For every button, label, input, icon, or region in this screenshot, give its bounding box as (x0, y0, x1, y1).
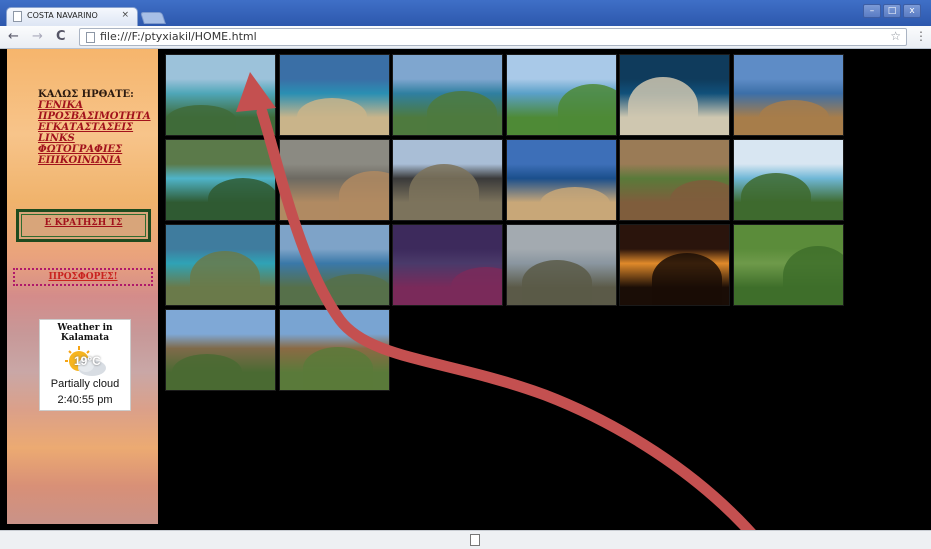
gallery-photo-lagoon-reflection[interactable] (505, 224, 617, 306)
photo-detail (539, 187, 610, 220)
forward-arrow-icon[interactable]: → (32, 29, 43, 45)
gallery-photo-purple-field[interactable] (392, 224, 503, 306)
new-tab-button[interactable] (140, 12, 166, 24)
photo-detail (782, 246, 843, 305)
photo-detail (670, 180, 729, 220)
gallery-photo-ancient-theater[interactable] (392, 139, 503, 221)
tab-close-icon[interactable]: × (121, 10, 129, 20)
photo-detail (758, 100, 829, 135)
reload-icon[interactable]: C (56, 29, 66, 45)
photo-detail (320, 274, 389, 305)
weather-title-line1: Weather in (57, 323, 113, 333)
gallery-photo-methoni-castle-tower[interactable] (732, 54, 844, 136)
gallery-photo-village-cypress[interactable] (165, 309, 276, 391)
gallery-photo-sea-rock-islet[interactable] (505, 139, 617, 221)
photo-detail (451, 267, 502, 305)
menu-link-facilities[interactable]: ΕΓΚΑΤΑΣΤΑΣΕΙΣ (38, 122, 151, 133)
menu-link-contact[interactable]: ΕΠΙΚΟΙΝΩΝΙΑ (38, 155, 151, 166)
gallery-photo-island-aerial[interactable] (619, 54, 730, 136)
photo-detail (557, 84, 616, 135)
browser-tab[interactable]: COSTA NAVARINO × (6, 7, 138, 26)
weather-condition: Partially cloud (50, 378, 120, 390)
window-controls: – □ x (863, 4, 921, 18)
status-bar (0, 530, 931, 549)
reservation-button[interactable]: Ε ΚΡΑΤΗΣΗ ΤΣ (16, 209, 151, 242)
weather-title-line2: Kalamata (60, 333, 110, 343)
photo-detail (409, 164, 479, 220)
tab-title: COSTA NAVARINO (27, 11, 98, 20)
menu-icon[interactable]: ⋮ (915, 29, 927, 43)
weather-widget: Weather in Kalamata 19°C Partially cloud… (39, 319, 131, 411)
page-content: ΚΑΛΩΣ ΗΡΘΑΤΕ: ΓΕΝΙΚΑ ΠΡΟΣΒΑΣΙΜΟΤΗΤΑ ΕΓΚΑ… (0, 49, 931, 530)
photo-detail (172, 354, 242, 390)
photo-detail (190, 251, 260, 305)
offers-button[interactable]: ΠΡΟΣΦΟΡΕΣ! (13, 268, 153, 286)
offers-label: ΠΡΟΣΦΟΡΕΣ! (48, 272, 118, 282)
page-icon (13, 11, 22, 22)
close-window-button[interactable]: x (903, 4, 921, 18)
gallery-photo-stone-archway[interactable] (619, 139, 730, 221)
gallery-photo-byzantine-church[interactable] (278, 309, 390, 391)
menu-link-links[interactable]: LINKS (38, 133, 151, 144)
minimize-button[interactable]: – (863, 4, 881, 18)
photo-detail (652, 253, 722, 305)
gallery-photo-harbour-town[interactable] (278, 224, 390, 306)
page-icon (86, 32, 95, 43)
gallery-photo-cove-aerial[interactable] (165, 224, 276, 306)
weather-time: 2:40:55 pm (57, 394, 113, 406)
url-text: file:///F:/ptyxiakil/HOME.html (100, 30, 257, 43)
gallery-photo-bay-aerial[interactable] (165, 54, 276, 136)
menu-link-general[interactable]: ΓΕΝΙΚΑ (38, 100, 151, 111)
gallery-photo-golf-coast[interactable] (505, 54, 617, 136)
gallery-photo-lagoon-spit[interactable] (392, 54, 503, 136)
browser-toolbar: ← → C file:///F:/ptyxiakil/HOME.html ☆ ⋮ (0, 26, 931, 49)
gallery-photo-long-beach[interactable] (732, 139, 844, 221)
photo-detail (628, 77, 698, 135)
photo-detail (166, 105, 236, 135)
sidebar-menu: ΓΕΝΙΚΑ ΠΡΟΣΒΑΣΙΜΟΤΗΤΑ ΕΓΚΑΤΑΣΤΑΣΕΙΣ LINK… (38, 100, 151, 166)
gallery-photo-monastery-hills[interactable] (732, 224, 844, 306)
welcome-heading: ΚΑΛΩΣ ΗΡΘΑΤΕ: (38, 89, 134, 100)
gallery-photo-voidokilia-beach[interactable] (278, 54, 390, 136)
reservation-label: Ε ΚΡΑΤΗΣΗ ΤΣ (44, 218, 123, 228)
gallery-photo-waterfall[interactable] (165, 139, 276, 221)
menu-link-accessibility[interactable]: ΠΡΟΣΒΑΣΙΜΟΤΗΤΑ (38, 111, 151, 122)
photo-detail (208, 178, 275, 220)
download-icon[interactable] (470, 534, 480, 546)
gallery-photo-castle-colonnade[interactable] (278, 139, 390, 221)
photo-detail (296, 98, 367, 135)
address-bar[interactable]: file:///F:/ptyxiakil/HOME.html ☆ (79, 28, 907, 46)
weather-temperature: 19°C (74, 354, 101, 368)
photo-detail (740, 173, 811, 220)
bookmark-star-icon[interactable]: ☆ (890, 29, 901, 43)
menu-link-photos[interactable]: ΦΩΤΟΓΡΑΦΙΕΣ (38, 144, 151, 155)
photo-detail (521, 260, 592, 305)
back-arrow-icon[interactable]: ← (8, 29, 19, 45)
gallery-photo-sunset-sea[interactable] (619, 224, 730, 306)
browser-window: COSTA NAVARINO × – □ x ← → C file:///F:/… (0, 0, 931, 549)
title-bar: COSTA NAVARINO × – □ x (0, 0, 931, 26)
photo-detail (338, 171, 389, 220)
maximize-button[interactable]: □ (883, 4, 901, 18)
photo-detail (302, 347, 373, 390)
sidebar: ΚΑΛΩΣ ΗΡΘΑΤΕ: ΓΕΝΙΚΑ ΠΡΟΣΒΑΣΙΜΟΤΗΤΑ ΕΓΚΑ… (7, 49, 158, 524)
weather-title: Weather in Kalamata (40, 323, 130, 343)
photo-detail (427, 91, 497, 135)
